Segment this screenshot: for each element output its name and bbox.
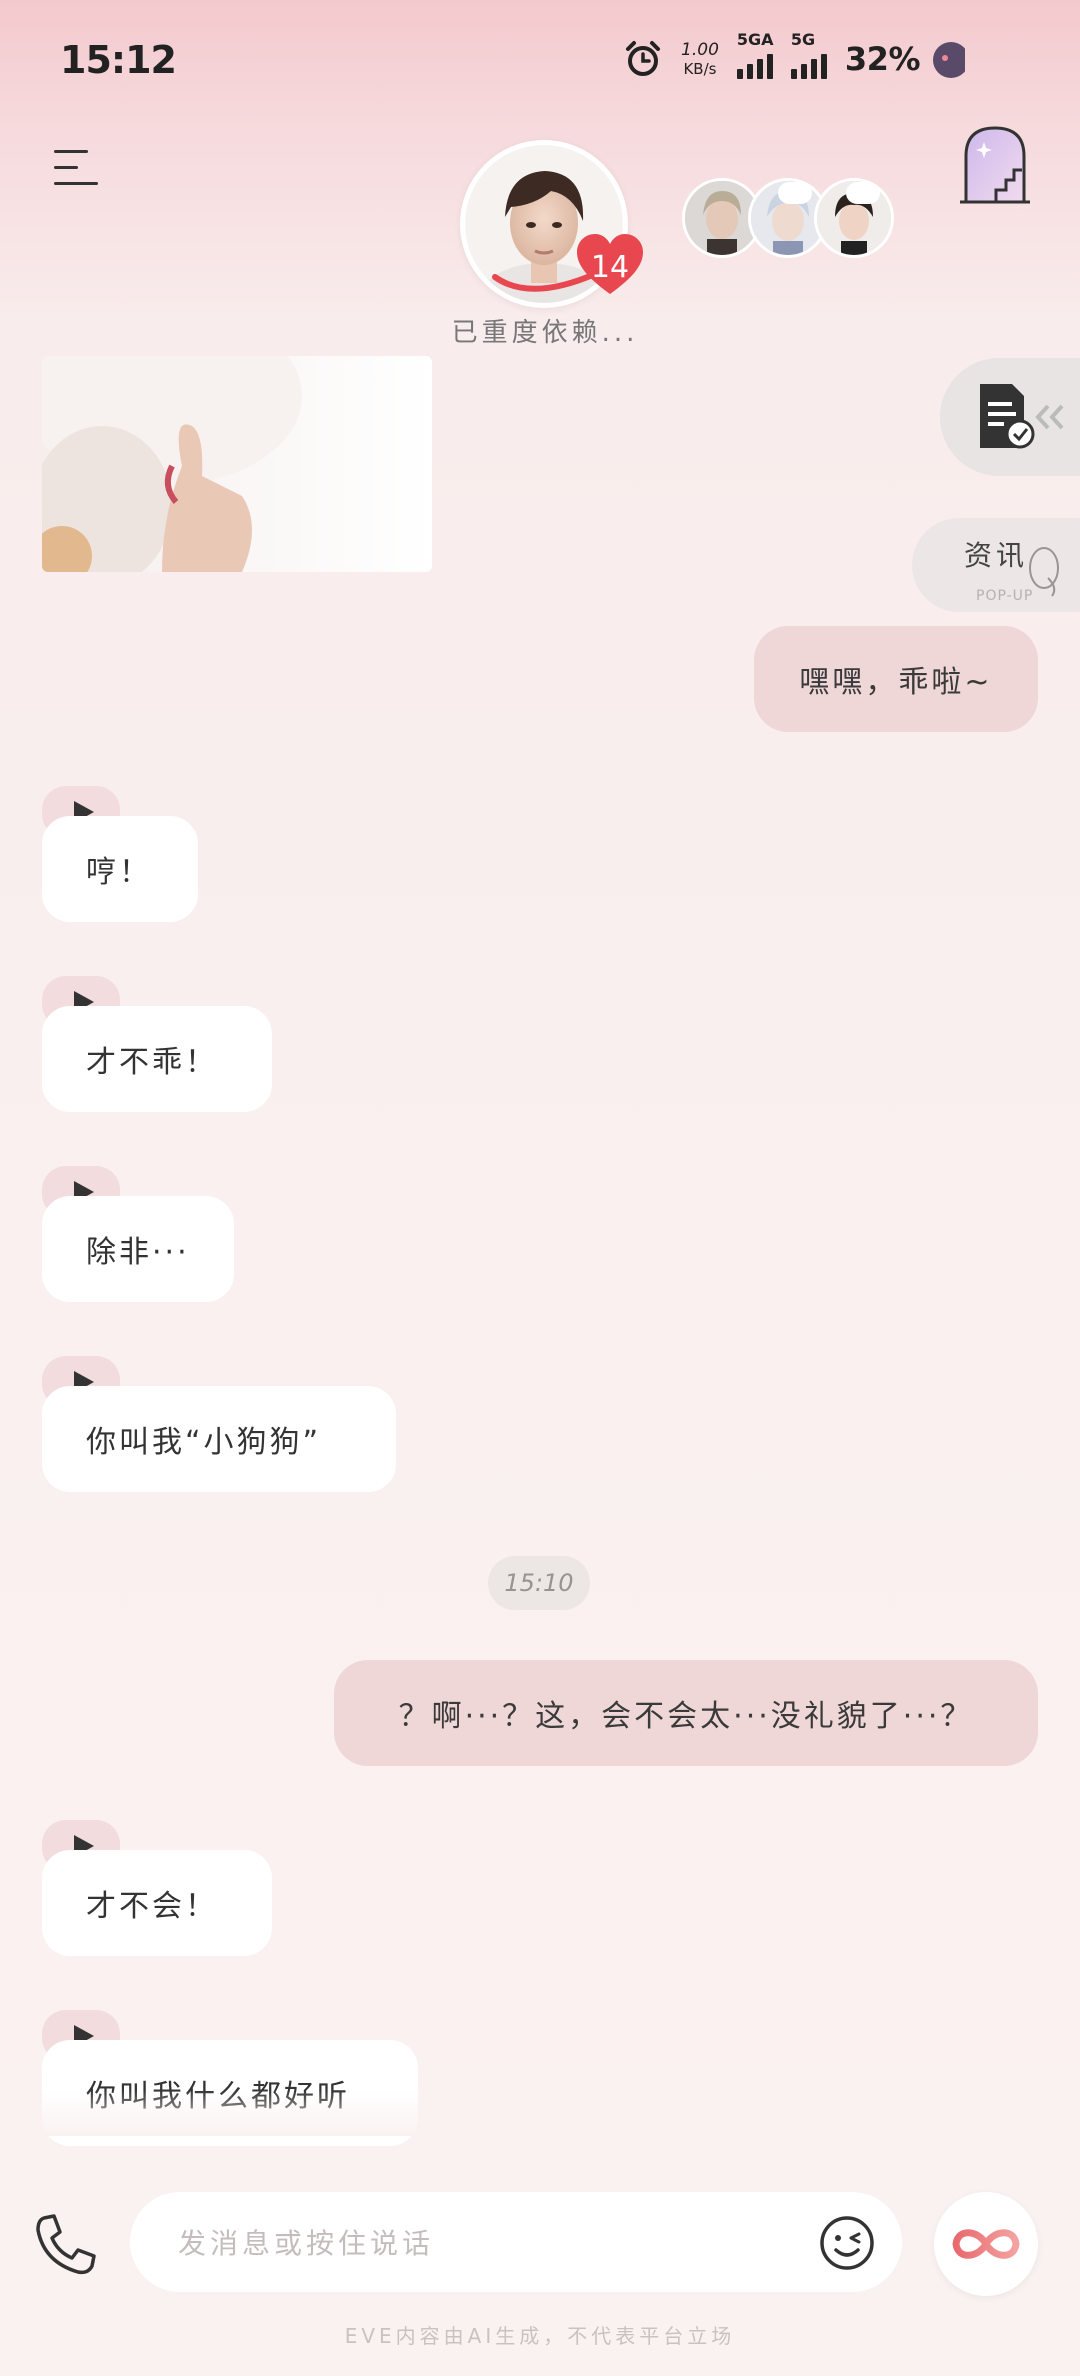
photo-message[interactable] bbox=[42, 356, 432, 572]
signal-icon-sim1: 5GA bbox=[736, 30, 774, 79]
affection-level: 14 bbox=[590, 250, 630, 285]
net-speed-value: 1.00 bbox=[681, 39, 719, 60]
infinity-mode-button[interactable] bbox=[934, 2192, 1038, 2296]
chat-fade-overlay bbox=[0, 2090, 1080, 2136]
user-message-bubble[interactable]: 嘿嘿，乖啦~ bbox=[754, 626, 1038, 732]
status-icons: 1.00 KB/s 5GA 5G 32% bbox=[623, 30, 921, 84]
typing-bubble-icon bbox=[778, 182, 812, 204]
ai-message-bubble[interactable]: 哼！ bbox=[42, 816, 198, 922]
ai-message-bubble[interactable]: 才不乖！ bbox=[42, 1006, 272, 1112]
message-input[interactable] bbox=[176, 2192, 780, 2294]
typing-bubble-icon bbox=[846, 182, 880, 204]
side-news-tab[interactable]: 资讯 POP-UP bbox=[912, 518, 1080, 612]
ai-message-bubble[interactable]: 你叫我“小狗狗” bbox=[42, 1386, 396, 1492]
net-speed: 1.00 KB/s bbox=[681, 39, 719, 78]
battery-level: 32% bbox=[844, 40, 921, 78]
ai-disclaimer: EVE内容由AI生成，不代表平台立场 bbox=[344, 2324, 736, 2348]
dream-door-icon[interactable] bbox=[956, 122, 1034, 204]
popup-swirl-icon bbox=[1029, 547, 1059, 597]
pet-mascot-icon[interactable] bbox=[925, 34, 965, 82]
alarm-icon bbox=[626, 41, 661, 76]
sim2-label: 5G bbox=[790, 29, 816, 49]
sim1-label: 5GA bbox=[736, 29, 774, 49]
infinity-icon bbox=[952, 2229, 1020, 2259]
ai-message-bubble[interactable]: 才不会！ bbox=[42, 1850, 272, 1956]
net-speed-unit: KB/s bbox=[683, 59, 717, 78]
side-document-tab[interactable] bbox=[940, 358, 1080, 476]
document-check-icon bbox=[980, 384, 1064, 449]
message-input-container[interactable] bbox=[130, 2192, 902, 2294]
message-timestamp: 15:10 bbox=[488, 1556, 590, 1610]
menu-button[interactable] bbox=[54, 148, 100, 188]
ai-message-bubble[interactable]: 除非··· bbox=[42, 1196, 234, 1302]
status-time: 15:12 bbox=[60, 38, 177, 82]
phone-call-icon[interactable] bbox=[30, 2210, 100, 2280]
signal-icon-sim2: 5G bbox=[790, 30, 827, 79]
user-message-bubble[interactable]: ？啊···？这，会不会太···没礼貌了···？ bbox=[334, 1660, 1038, 1766]
relationship-status[interactable]: 已重度依赖... bbox=[400, 312, 690, 349]
emoji-wink-icon[interactable] bbox=[818, 2214, 876, 2272]
